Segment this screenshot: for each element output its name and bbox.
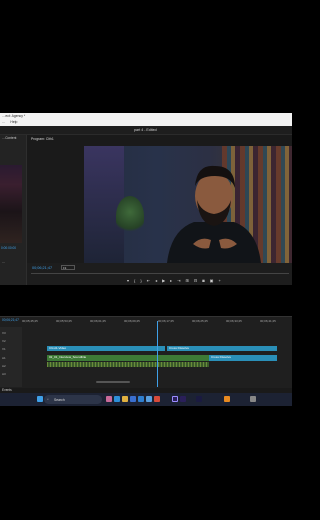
timeline-panel: 00;06;21;47 00;05;45;25 00;05;53;25 00;0…: [0, 316, 292, 388]
program-monitor: Program: Clth1 00;06;21;47 Fit ▾ { } ⇤ ◂…: [27, 135, 292, 285]
transport-controls: ▾ { } ⇤ ◂ ▶ ▸ ⇥ ⊞ ⊟ ◙ ▣ +: [127, 278, 221, 283]
plant: [116, 196, 144, 236]
audio-clip[interactable]: Cross Dissolve: [209, 355, 277, 361]
lift-icon[interactable]: ⊞: [186, 278, 189, 283]
timeline-scrollbar[interactable]: [96, 381, 130, 383]
taskbar-search[interactable]: Search: [44, 395, 102, 404]
windows-icon[interactable]: [37, 396, 43, 402]
task-view-icon[interactable]: [106, 396, 112, 402]
windows-taskbar: Search ⌕: [0, 393, 292, 406]
source-timecode[interactable]: 0:00:00:00: [1, 246, 16, 250]
track-headers: V3 V2 V1 A1 A2 A3: [0, 327, 22, 387]
presenter-figure: [167, 165, 261, 263]
video-frame: [84, 146, 292, 263]
after-effects-icon[interactable]: [196, 396, 202, 402]
media-encoder-icon[interactable]: [180, 396, 186, 402]
track-label[interactable]: A1: [2, 356, 6, 360]
track-label[interactable]: V2: [2, 339, 6, 343]
ruler-label: 00;06;09;25: [124, 319, 140, 323]
ruler-label: 00;06;33;25: [226, 319, 242, 323]
step-forward-icon[interactable]: ▸: [170, 278, 172, 283]
mail-icon[interactable]: [138, 396, 144, 402]
out-point-icon[interactable]: }: [140, 278, 141, 283]
track-label[interactable]: A3: [2, 372, 6, 376]
source-bottom-text: …: [2, 260, 6, 264]
search-label: Search: [54, 398, 65, 402]
track-label[interactable]: V1: [2, 347, 6, 351]
video-clip[interactable]: Cross Dissolve: [167, 346, 277, 351]
source-panel: …Content 0:00:00:00 …: [0, 135, 27, 285]
chrome-icon[interactable]: [154, 396, 160, 402]
play-icon[interactable]: ▶: [162, 278, 165, 283]
settings-icon[interactable]: [250, 396, 256, 402]
ruler-label: 00;06;41;25: [260, 319, 276, 323]
project-title: part 4 - Edited: [134, 128, 157, 132]
photos-icon[interactable]: [146, 396, 152, 402]
comparison-icon[interactable]: ▣: [210, 278, 214, 283]
source-panel-label[interactable]: …Content: [2, 136, 16, 140]
status-text[interactable]: Events: [2, 388, 12, 392]
vlc-icon[interactable]: [224, 396, 230, 402]
go-to-out-icon[interactable]: ⇥: [177, 278, 180, 283]
go-to-in-icon[interactable]: ⇤: [147, 278, 150, 283]
settings-icon[interactable]: +: [218, 278, 220, 283]
file-explorer-icon[interactable]: [122, 396, 128, 402]
menu-bar: …ect: Agency * … Help: [0, 113, 292, 126]
ruler-label: 00;06;17;25: [158, 319, 174, 323]
fit-dropdown[interactable]: Fit: [61, 265, 75, 270]
project-title-bar: part 4 - Edited: [0, 126, 292, 135]
export-frame-icon[interactable]: ◙: [202, 278, 204, 283]
source-thumbnail: [0, 165, 22, 243]
premiere-icon[interactable]: [172, 396, 178, 402]
menu-item-help[interactable]: Help: [10, 120, 17, 124]
menu-items: … Help: [2, 120, 17, 124]
edge-icon[interactable]: [114, 396, 120, 402]
audio-clip[interactable]: 02_01_Interview_Soundbite: [47, 355, 209, 361]
ruler-label: 00;06;01;25: [90, 319, 106, 323]
ruler-label: 00;05;45;25: [22, 319, 38, 323]
video-clip[interactable]: Clt-H1-Video: [47, 346, 165, 351]
track-label[interactable]: V3: [2, 331, 6, 335]
menu-item-ellipsis[interactable]: …: [2, 120, 5, 124]
track-label[interactable]: A2: [2, 364, 6, 368]
in-point-icon[interactable]: {: [134, 278, 135, 283]
app-title: …ect: Agency *: [2, 114, 26, 118]
search-icon: ⌕: [47, 397, 49, 401]
timeline-timecode[interactable]: 00;06;21;47: [2, 318, 19, 322]
extract-icon[interactable]: ⊟: [194, 278, 197, 283]
ruler-label: 00;05;53;25: [56, 319, 72, 323]
program-scrubber[interactable]: [31, 273, 289, 274]
marker-icon[interactable]: ▾: [127, 278, 129, 283]
playhead[interactable]: [157, 321, 158, 387]
program-monitor-label[interactable]: Program: Clth1: [31, 137, 54, 141]
program-controls: 00;06;21;47 Fit ▾ { } ⇤ ◂ ▶ ▸ ⇥ ⊞ ⊟ ◙ ▣ …: [27, 263, 292, 285]
store-icon[interactable]: [130, 396, 136, 402]
ruler-label: 00;06;25;25: [192, 319, 208, 323]
step-back-icon[interactable]: ◂: [155, 278, 157, 283]
audio-waveform-clip[interactable]: [47, 362, 209, 367]
program-timecode[interactable]: 00;06;21;47: [32, 266, 52, 270]
